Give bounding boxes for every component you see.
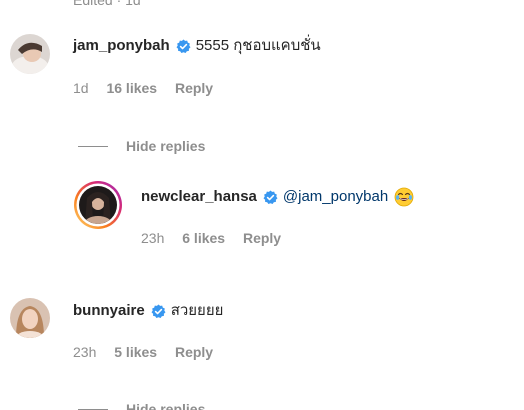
story-ring-avatar — [74, 181, 122, 229]
verified-badge-icon — [151, 304, 166, 319]
divider-dash — [78, 145, 108, 147]
comment-username[interactable]: newclear_hansa — [141, 187, 257, 207]
hide-replies-label: Hide replies — [126, 138, 206, 154]
avatar-photo — [10, 298, 50, 338]
hide-replies-label: Hide replies — [126, 401, 206, 410]
comments-thread: Edited · 1d jam_ponybah 5555 กุชอบแคบชั่… — [0, 0, 524, 410]
mention-link[interactable]: @jam_ponybah — [283, 187, 388, 207]
comment-time[interactable]: 23h — [73, 344, 96, 360]
reply-button[interactable]: Reply — [175, 344, 213, 360]
comment-likes[interactable]: 16 likes — [106, 80, 157, 96]
reply-button[interactable]: Reply — [243, 230, 281, 246]
comment-text: 5555 กุชอบแคบชั่น — [195, 37, 321, 54]
divider-dash — [78, 408, 108, 410]
face-with-tears-of-joy-icon — [394, 187, 414, 207]
comment-likes[interactable]: 5 likes — [114, 344, 157, 360]
comment-username[interactable]: bunnyaire — [73, 301, 145, 321]
avatar-bunnyaire[interactable] — [10, 298, 50, 338]
comment-text: สวยยยย — [170, 302, 224, 319]
verified-badge-icon — [263, 190, 278, 205]
avatar-newclear-hansa[interactable] — [73, 180, 123, 230]
comment-time[interactable]: 1d — [73, 80, 89, 96]
comment-time[interactable]: 23h — [141, 230, 164, 246]
previous-comment-meta: Edited · 1d — [73, 0, 141, 8]
hide-replies-button[interactable]: Hide replies — [78, 138, 205, 154]
comment-likes[interactable]: 6 likes — [182, 230, 225, 246]
avatar-jam-ponybah[interactable] — [10, 34, 50, 74]
hide-replies-button[interactable]: Hide replies — [78, 401, 205, 410]
comment-username[interactable]: jam_ponybah — [73, 36, 170, 56]
verified-badge-icon — [176, 39, 191, 54]
reply-button[interactable]: Reply — [175, 80, 213, 96]
avatar-photo — [10, 34, 50, 74]
